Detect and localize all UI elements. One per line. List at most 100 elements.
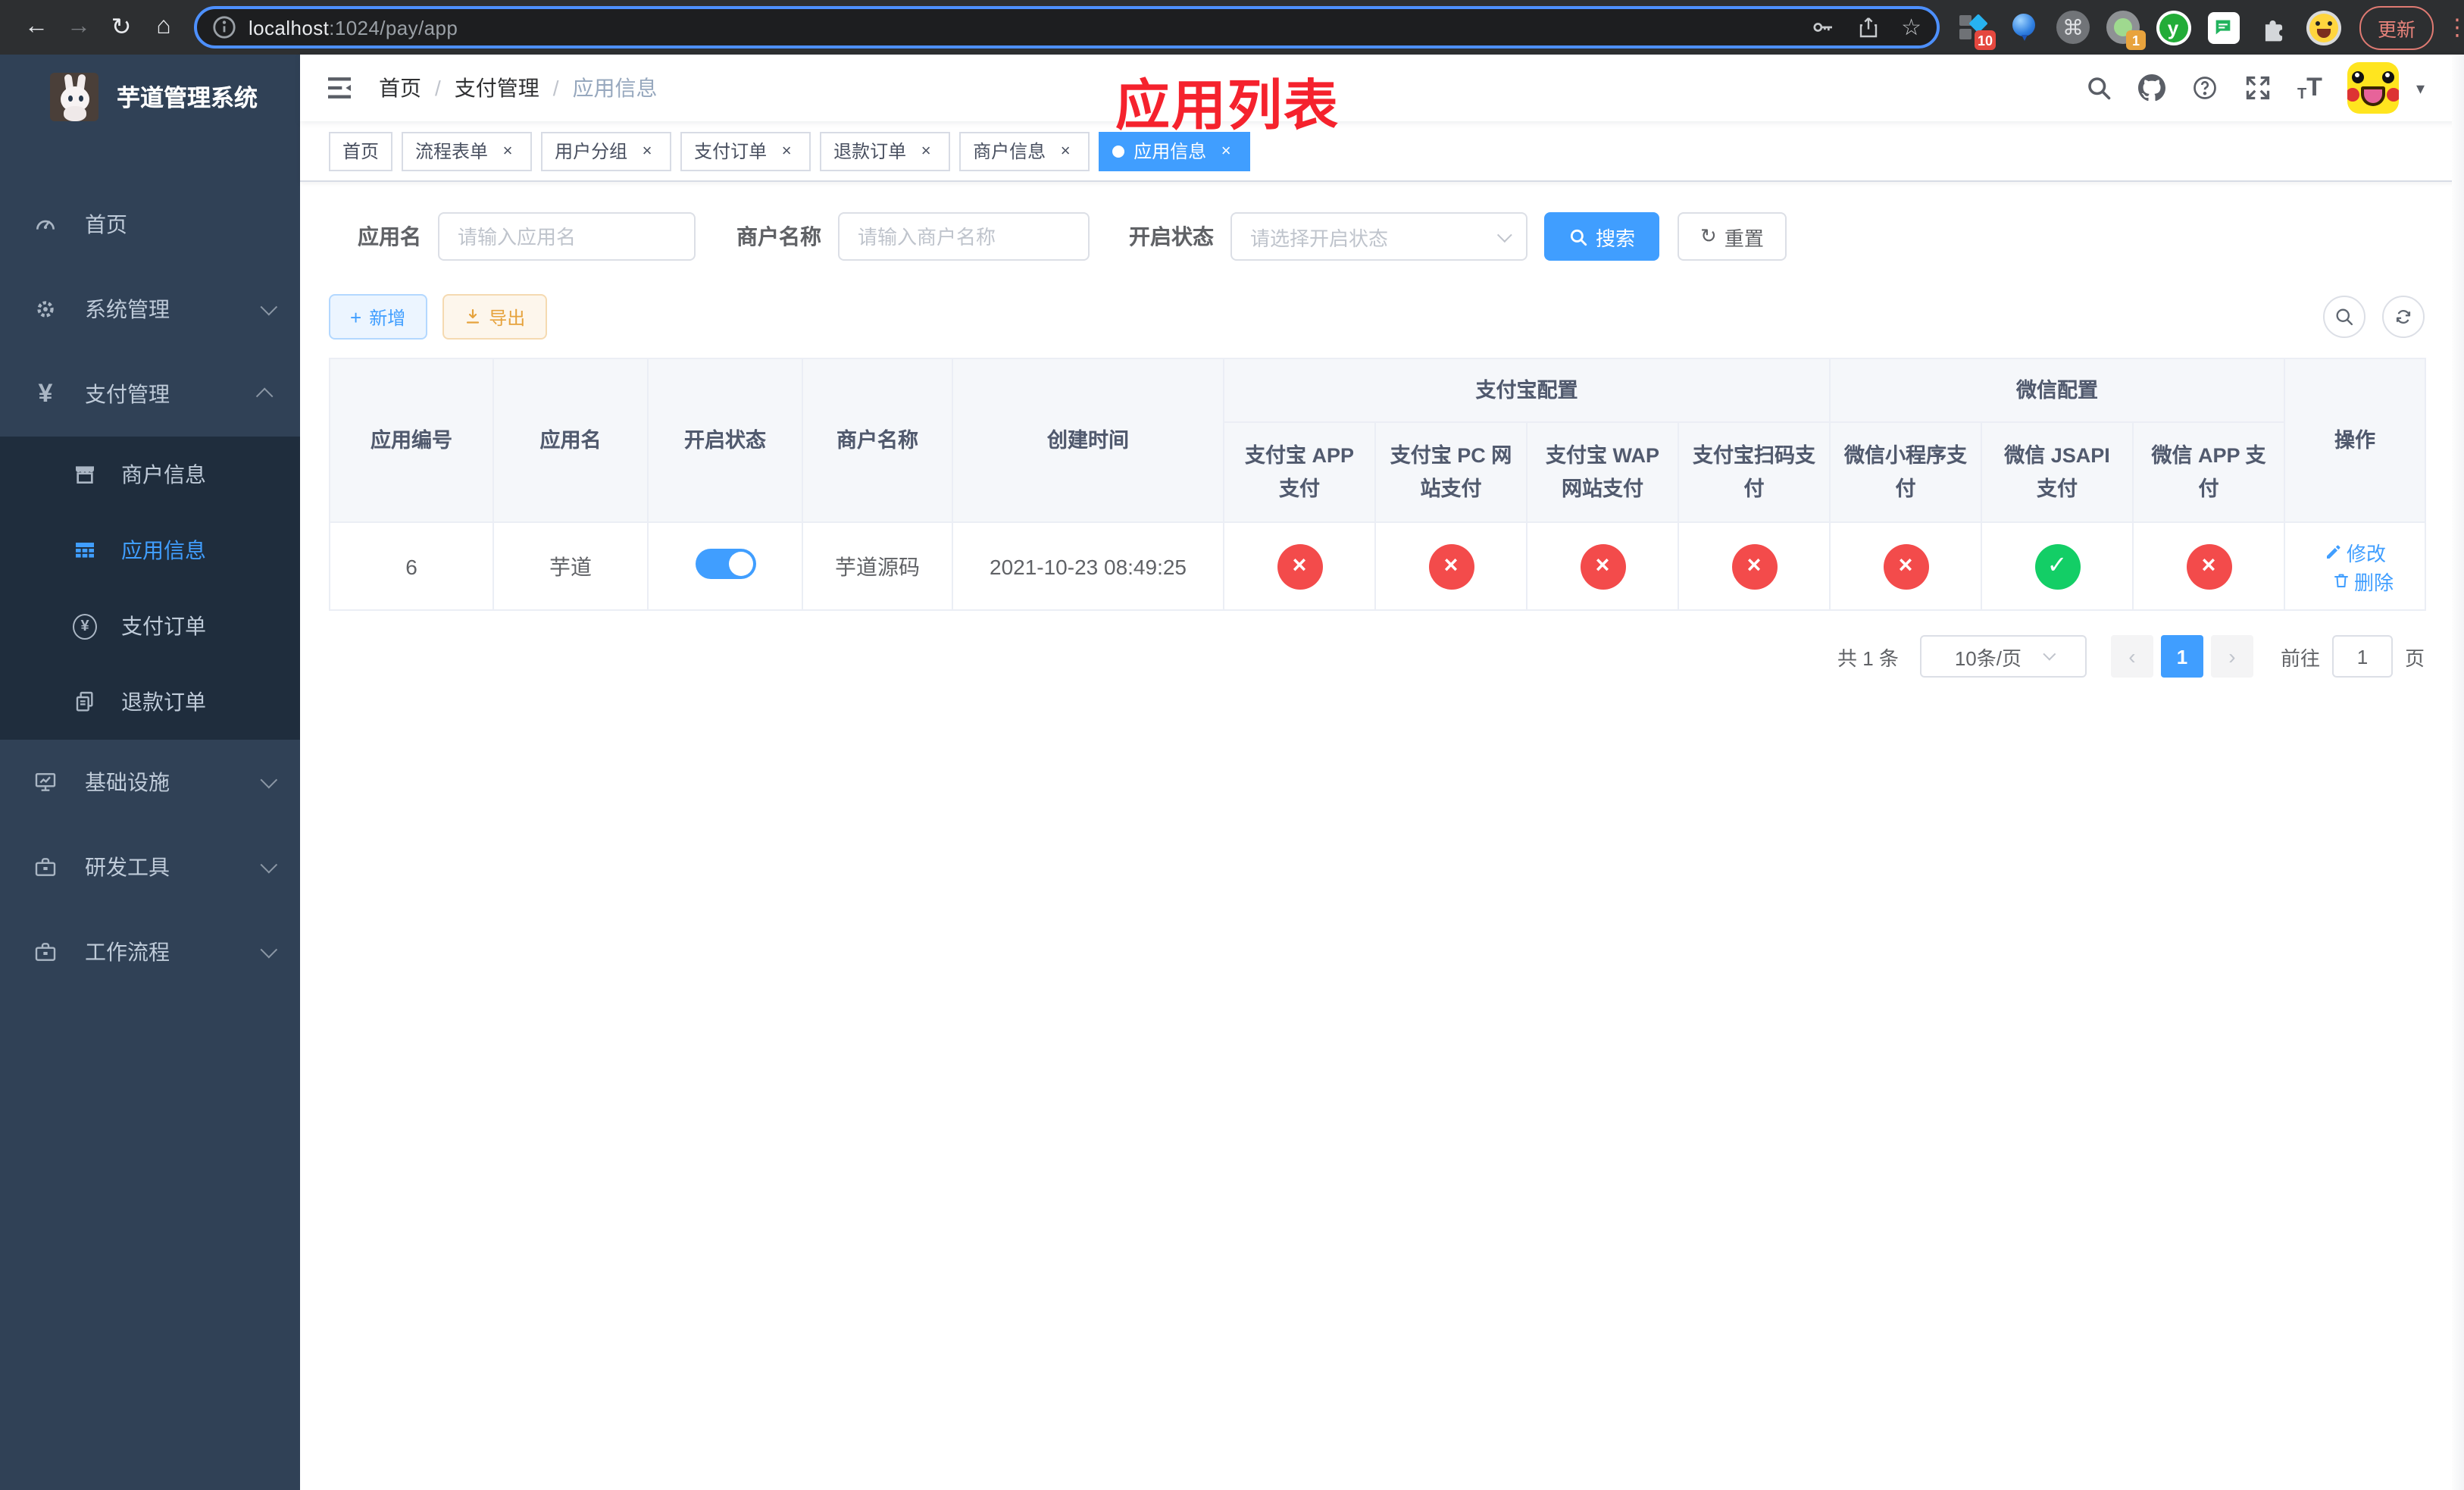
export-button[interactable]: 导出 [442,294,547,340]
column-header-wx-mini: 微信小程序支付 [1829,421,1982,523]
refresh-button[interactable] [2382,296,2425,338]
status-toggle[interactable] [695,549,755,579]
extension-chat-icon[interactable] [2205,9,2241,45]
cell-alipay-app: × [1223,521,1376,611]
share-icon[interactable] [1856,15,1880,39]
profile-avatar-icon[interactable] [2305,9,2341,45]
navbar: 首页 / 支付管理 / 应用信息 应用列表 T T ▾ [300,55,2464,136]
help-icon[interactable] [2191,74,2219,102]
merchant-name-input[interactable] [838,212,1090,261]
goto-label: 前往 [2280,646,2320,669]
fullscreen-icon[interactable] [2244,74,2272,102]
channel-status-icon: × [1428,543,1474,589]
search-icon[interactable] [2085,74,2112,102]
key-icon[interactable] [1810,15,1834,39]
screen: ← → ↻ ⌂ localhost:1024/pay/app ☆ 10 ⌘ 1 … [0,0,2464,1490]
column-header-alipay-pc: 支付宝 PC 网站支付 [1374,421,1527,523]
extension-y-icon[interactable] [2155,9,2191,45]
breadcrumb-section[interactable]: 支付管理 [455,73,539,103]
sidebar-item-app-info[interactable]: 应用信息 [0,512,300,588]
close-icon[interactable]: × [1055,140,1076,161]
tab-home[interactable]: 首页× [329,131,393,171]
extensions-puzzle-icon[interactable] [2255,9,2291,45]
url-text[interactable]: localhost:1024/pay/app [249,16,1810,39]
app-name-input[interactable] [438,212,696,261]
goto-page-input[interactable] [2331,635,2393,678]
reload-icon[interactable]: ↻ [100,6,142,49]
toolbox-icon [33,855,58,879]
app-logo [50,73,98,121]
current-page-button[interactable]: 1 [2160,635,2203,678]
next-page-button[interactable]: › [2210,635,2253,678]
home-icon[interactable]: ⌂ [142,6,185,49]
tab-user-group[interactable]: 用户分组 × [541,131,672,171]
trash-icon [2334,574,2347,587]
tab-refund-orders[interactable]: 退款订单 × [820,131,951,171]
url-path: :1024/pay/app [329,16,458,39]
breadcrumb-home[interactable]: 首页 [379,73,421,103]
tab-app-info[interactable]: 应用信息 × [1099,131,1251,171]
close-icon[interactable]: × [1215,140,1237,161]
add-button[interactable]: + 新增 [329,294,427,340]
reset-button[interactable]: ↻ 重置 [1678,212,1787,261]
sidebar-item-workflow[interactable]: 工作流程 [0,909,300,994]
close-icon[interactable]: × [497,140,518,161]
back-icon[interactable]: ← [15,6,58,49]
delete-link[interactable]: 删除 [2331,566,2394,595]
user-menu-caret-icon[interactable]: ▾ [2416,78,2425,98]
address-bar[interactable]: localhost:1024/pay/app ☆ [194,6,1940,49]
column-header-app-name: 应用名 [492,358,649,523]
table-row: 6 芋道 芋道源码 2021-10-23 08:49:25 × × × × × … [329,521,2427,611]
column-header-status: 开启状态 [647,358,803,523]
group-header-wechat: 微信配置 [1828,358,2286,423]
status-select[interactable]: 请选择开启状态 [1230,212,1527,261]
sidebar-item-infra[interactable]: 基础设施 [0,740,300,825]
sidebar-item-home[interactable]: 首页 [0,182,300,267]
extension-recorder-icon[interactable]: 1 [2105,9,2146,50]
chrome-update-button[interactable]: 更新 [2359,5,2434,49]
close-icon[interactable]: × [915,140,937,161]
cell-wx-app: × [2131,521,2286,611]
column-header-merchant: 商户名称 [802,358,953,523]
sidebar-submenu-payment: 商户信息 应用信息 ¥ 支付订单 退款订单 [0,437,300,740]
sidebar-item-dev-tools[interactable]: 研发工具 [0,825,300,909]
extension-sketch-icon[interactable]: 10 [1955,9,1996,50]
tab-pay-orders[interactable]: 支付订单 × [680,131,811,171]
extension-balloon-icon[interactable] [2005,9,2041,45]
tab-merchant-info[interactable]: 商户信息 × [959,131,1090,171]
app-logo-row[interactable]: 芋道管理系统 [0,55,300,139]
chevron-down-icon [260,298,278,316]
page-size-select[interactable]: 10条/页 [1919,635,2087,678]
sidebar-item-merchant-info[interactable]: 商户信息 [0,437,300,512]
merchant-name-label: 商户名称 [736,224,821,249]
search-icon [1570,228,1587,246]
scrollbar-track[interactable] [2452,55,2464,1490]
sidebar-item-label: 基础设施 [85,770,170,794]
close-icon[interactable]: × [636,140,658,161]
search-button[interactable]: 搜索 [1544,212,1660,261]
user-avatar[interactable] [2347,62,2400,114]
toggle-search-button[interactable] [2323,296,2366,338]
close-icon[interactable]: × [776,140,797,161]
browser-menu-icon[interactable]: ⋮ [2446,14,2464,41]
extension-command-icon[interactable]: ⌘ [2055,9,2091,45]
sidebar-collapse-icon[interactable] [324,73,355,103]
tab-process-form[interactable]: 流程表单 × [402,131,533,171]
prev-page-button[interactable]: ‹ [2110,635,2153,678]
channel-status-icon: × [1277,543,1322,589]
forward-icon[interactable]: → [58,6,100,49]
cell-app-id: 6 [329,521,494,611]
sidebar-item-pay-orders[interactable]: ¥ 支付订单 [0,588,300,664]
sidebar-item-payment[interactable]: ¥ 支付管理 [0,352,300,437]
bookmark-star-icon[interactable]: ☆ [1901,14,1921,41]
info-icon[interactable] [212,15,236,39]
sidebar-item-refund-orders[interactable]: 退款订单 [0,664,300,740]
sidebar-item-system[interactable]: 系统管理 [0,267,300,352]
github-icon[interactable] [2137,74,2165,102]
refresh-icon: ↻ [1700,224,1717,247]
yen-icon: ¥ [38,379,53,408]
edit-link[interactable]: 修改 [2324,537,2386,566]
navbar-actions: TT ▾ [2085,62,2425,114]
font-size-icon[interactable]: TT [2297,73,2322,103]
sidebar-item-label: 应用信息 [121,538,206,562]
